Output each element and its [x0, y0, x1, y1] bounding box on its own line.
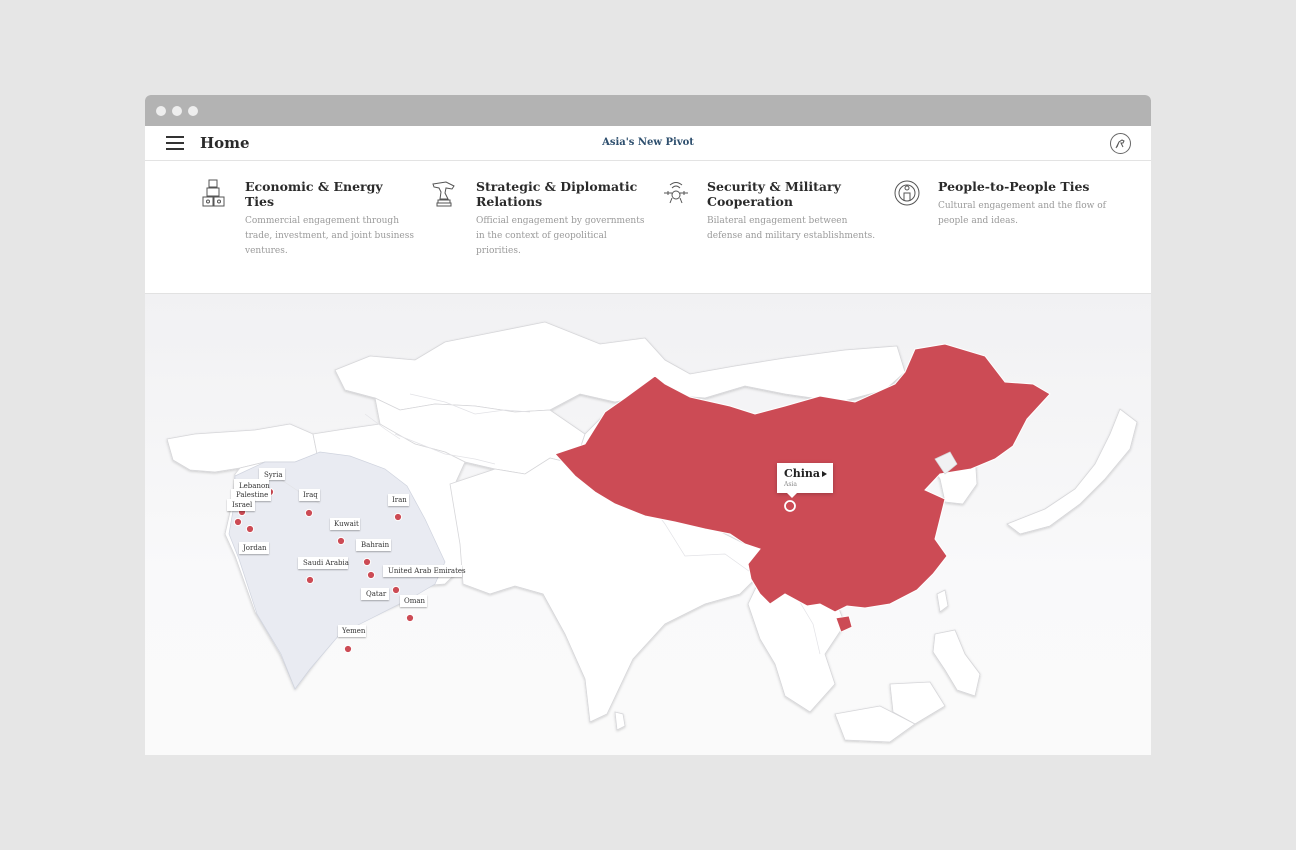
country-marker-dot[interactable]	[362, 557, 372, 567]
country-marker-dot[interactable]	[233, 517, 243, 527]
selected-country-marker[interactable]	[784, 500, 796, 512]
tooltip-region: Asia	[784, 481, 797, 488]
category-description: Official engagement by governments in th…	[476, 216, 645, 256]
label-kuwait[interactable]: Kuwait	[330, 518, 360, 530]
label-jordan[interactable]: Jordan	[239, 542, 269, 554]
country-marker-dot[interactable]	[366, 570, 376, 580]
window-dot[interactable]	[188, 106, 198, 116]
category-strategic[interactable]: Strategic & Diplomatic Relations Officia…	[432, 179, 646, 259]
label-qatar[interactable]: Qatar	[361, 588, 389, 600]
play-arrow-icon[interactable]	[822, 471, 827, 477]
drone-icon	[663, 179, 689, 207]
label-iran[interactable]: Iran	[388, 494, 409, 506]
country-label: Syria	[264, 471, 283, 479]
window-dot[interactable]	[172, 106, 182, 116]
label-saudi-arabia[interactable]: Saudi Arabia	[298, 557, 349, 569]
label-syria[interactable]: Syria	[259, 468, 285, 480]
country-label: Iran	[392, 496, 407, 504]
country-marker-dot[interactable]	[305, 575, 315, 585]
map-area[interactable]: Syria Lebanon Palestine Israel Iraq Iran…	[145, 294, 1151, 755]
country-marker-dot[interactable]	[245, 524, 255, 534]
country-label: Oman	[404, 597, 426, 605]
label-israel[interactable]: Israel	[227, 499, 255, 511]
country-marker-dot[interactable]	[405, 613, 415, 623]
category-description: Commercial engagement through trade, inv…	[245, 216, 414, 256]
selected-country-tooltip[interactable]: China Asia	[777, 463, 833, 498]
country-marker-dot[interactable]	[304, 508, 314, 518]
country-label: Bahrain	[361, 541, 390, 549]
category-bar: Economic & Energy Ties Commercial engage…	[145, 161, 1151, 294]
country-label: Iraq	[303, 491, 318, 499]
category-description: Bilateral engagement between defense and…	[707, 216, 876, 241]
label-yemen[interactable]: Yemen	[338, 625, 366, 637]
asia-map: Syria Lebanon Palestine Israel Iraq Iran…	[166, 321, 1138, 743]
country-label: Lebanon	[239, 482, 270, 490]
chess-knight-icon	[432, 179, 458, 207]
window-dot[interactable]	[156, 106, 166, 116]
category-people[interactable]: People-to-People Ties Cultural engagemen…	[894, 179, 1108, 229]
category-title: Strategic & Diplomatic Relations	[476, 179, 638, 209]
site-header: Home Asia's New Pivot	[145, 126, 1151, 161]
country-label: Kuwait	[334, 520, 359, 528]
japan-landmass	[1006, 408, 1138, 535]
browser-window: Home Asia's New Pivot Economic & Energy …	[145, 95, 1151, 755]
country-marker-dot[interactable]	[336, 536, 346, 546]
label-oman[interactable]: Oman	[400, 595, 427, 607]
site-title[interactable]: Asia's New Pivot	[145, 137, 1151, 148]
category-title: People-to-People Ties	[938, 179, 1090, 194]
label-bahrain[interactable]: Bahrain	[356, 539, 391, 551]
country-label: Jordan	[242, 544, 267, 552]
country-label: Saudi Arabia	[303, 559, 349, 567]
country-label: United Arab Emirates	[388, 567, 466, 575]
category-title: Security & Military Cooperation	[707, 179, 841, 209]
window-titlebar	[145, 95, 1151, 126]
sri-lanka-landmass	[614, 711, 626, 731]
philippines-landmass	[932, 629, 981, 697]
category-description: Cultural engagement and the flow of peop…	[938, 201, 1106, 226]
category-title: Economic & Energy Ties	[245, 179, 383, 209]
label-united-arab-emirates[interactable]: United Arab Emirates	[383, 565, 466, 577]
country-label: Israel	[232, 501, 253, 509]
tooltip-country-name: China	[784, 467, 821, 480]
person-globe-icon	[894, 179, 920, 207]
tooltip-pointer	[787, 493, 797, 498]
category-economic[interactable]: Economic & Energy Ties Commercial engage…	[202, 179, 415, 259]
label-iraq[interactable]: Iraq	[299, 489, 320, 501]
country-marker-dot[interactable]	[393, 512, 403, 522]
taiwan-landmass	[936, 589, 949, 613]
country-label: Palestine	[236, 491, 268, 499]
country-label: Qatar	[366, 590, 387, 598]
country-marker-dot[interactable]	[343, 644, 353, 654]
crates-icon	[201, 179, 227, 207]
category-security[interactable]: Security & Military Cooperation Bilatera…	[664, 179, 877, 244]
country-marker-dot[interactable]	[391, 585, 401, 595]
country-label: Yemen	[341, 627, 366, 635]
horse-logo-icon[interactable]	[1110, 133, 1131, 154]
